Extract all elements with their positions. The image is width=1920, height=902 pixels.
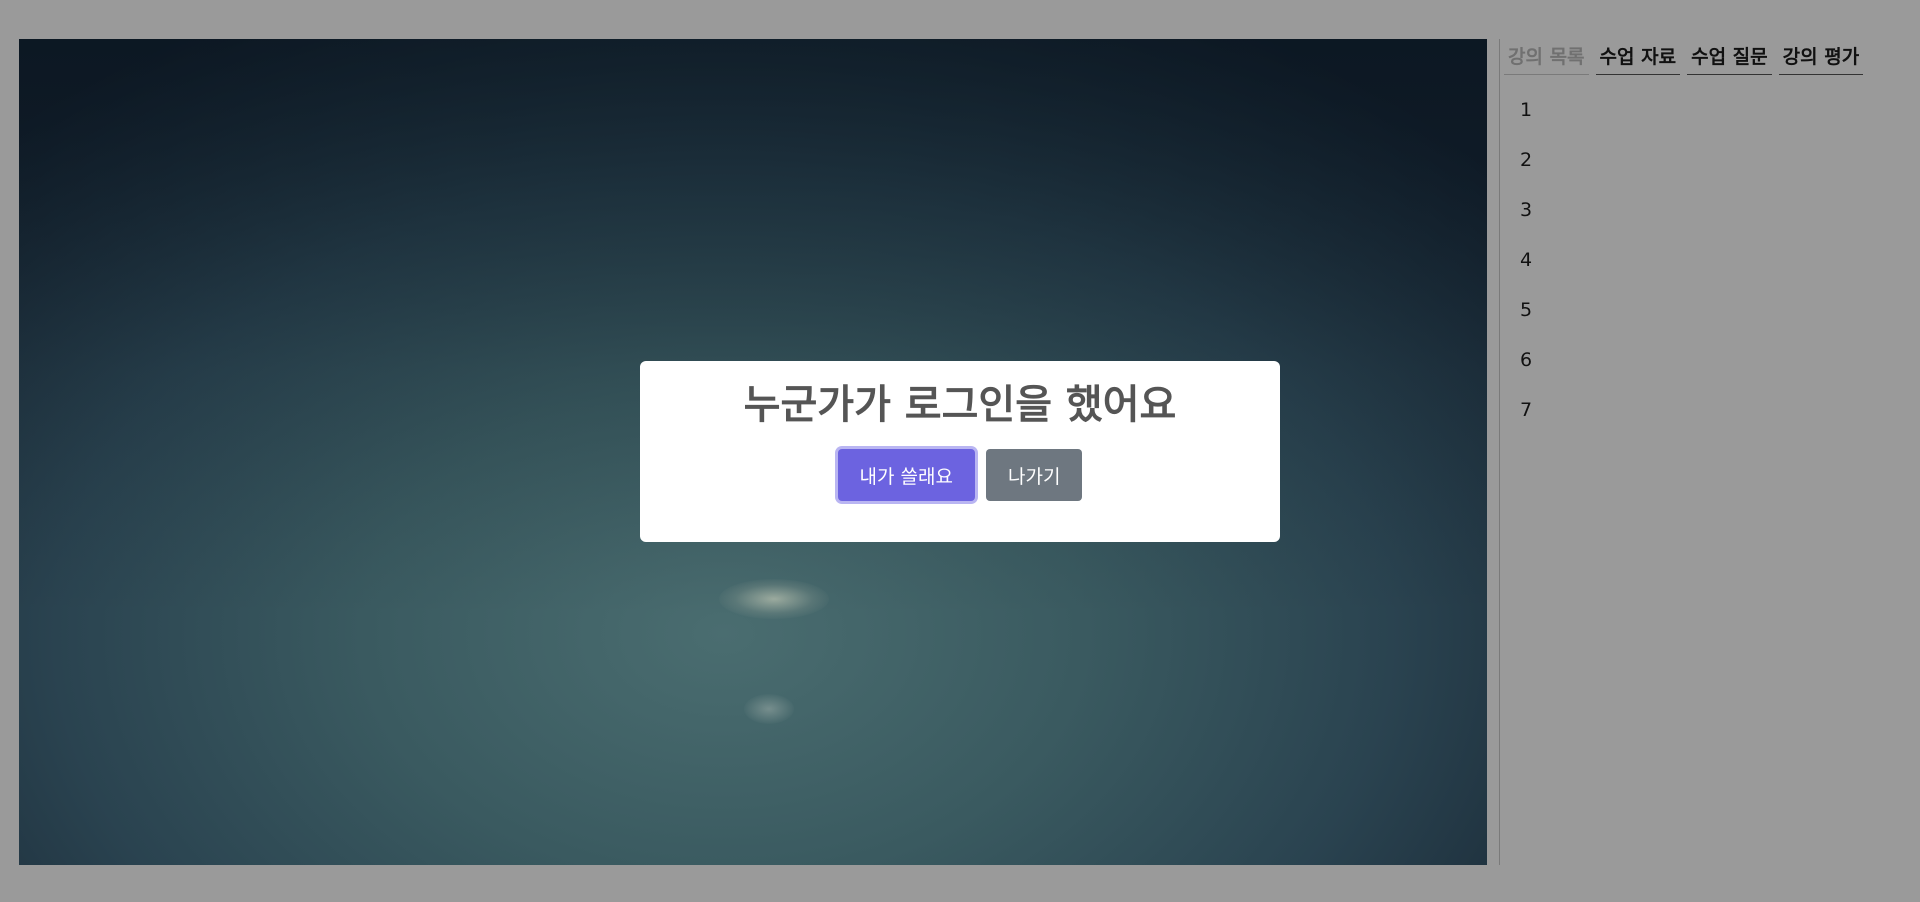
lecture-list: 1 2 3 4 5 6 7: [1504, 85, 1904, 435]
tab-class-materials[interactable]: 수업 자료: [1595, 39, 1681, 75]
lecture-item[interactable]: 3: [1504, 185, 1904, 235]
video-light-spot-small: [744, 694, 794, 724]
page: 누군가가 로그인을 했어요 내가 쓸래요 나가기 강의 목록 수업 자료 수업 …: [0, 0, 1920, 902]
panel-divider: [1499, 39, 1500, 865]
lecture-item[interactable]: 2: [1504, 135, 1904, 185]
tab-class-questions[interactable]: 수업 질문: [1687, 39, 1772, 75]
use-here-button[interactable]: 내가 쓸래요: [837, 449, 975, 501]
lecture-item[interactable]: 7: [1504, 385, 1904, 435]
modal-button-group: 내가 쓸래요 나가기: [640, 449, 1280, 501]
sidebar-tabs: 강의 목록 수업 자료 수업 질문 강의 평가: [1504, 39, 1904, 75]
exit-button[interactable]: 나가기: [986, 449, 1083, 501]
lecture-item[interactable]: 1: [1504, 85, 1904, 135]
video-light-spot: [719, 579, 829, 619]
tab-lecture-list[interactable]: 강의 목록: [1504, 39, 1589, 75]
sidebar: 강의 목록 수업 자료 수업 질문 강의 평가 1 2 3 4 5 6 7: [1504, 39, 1904, 435]
modal-title: 누군가가 로그인을 했어요: [743, 382, 1177, 428]
login-conflict-modal: 누군가가 로그인을 했어요 내가 쓸래요 나가기: [640, 361, 1280, 542]
lecture-item[interactable]: 4: [1504, 235, 1904, 285]
lecture-item[interactable]: 6: [1504, 335, 1904, 385]
lecture-item[interactable]: 5: [1504, 285, 1904, 335]
tab-lecture-review[interactable]: 강의 평가: [1778, 39, 1864, 75]
